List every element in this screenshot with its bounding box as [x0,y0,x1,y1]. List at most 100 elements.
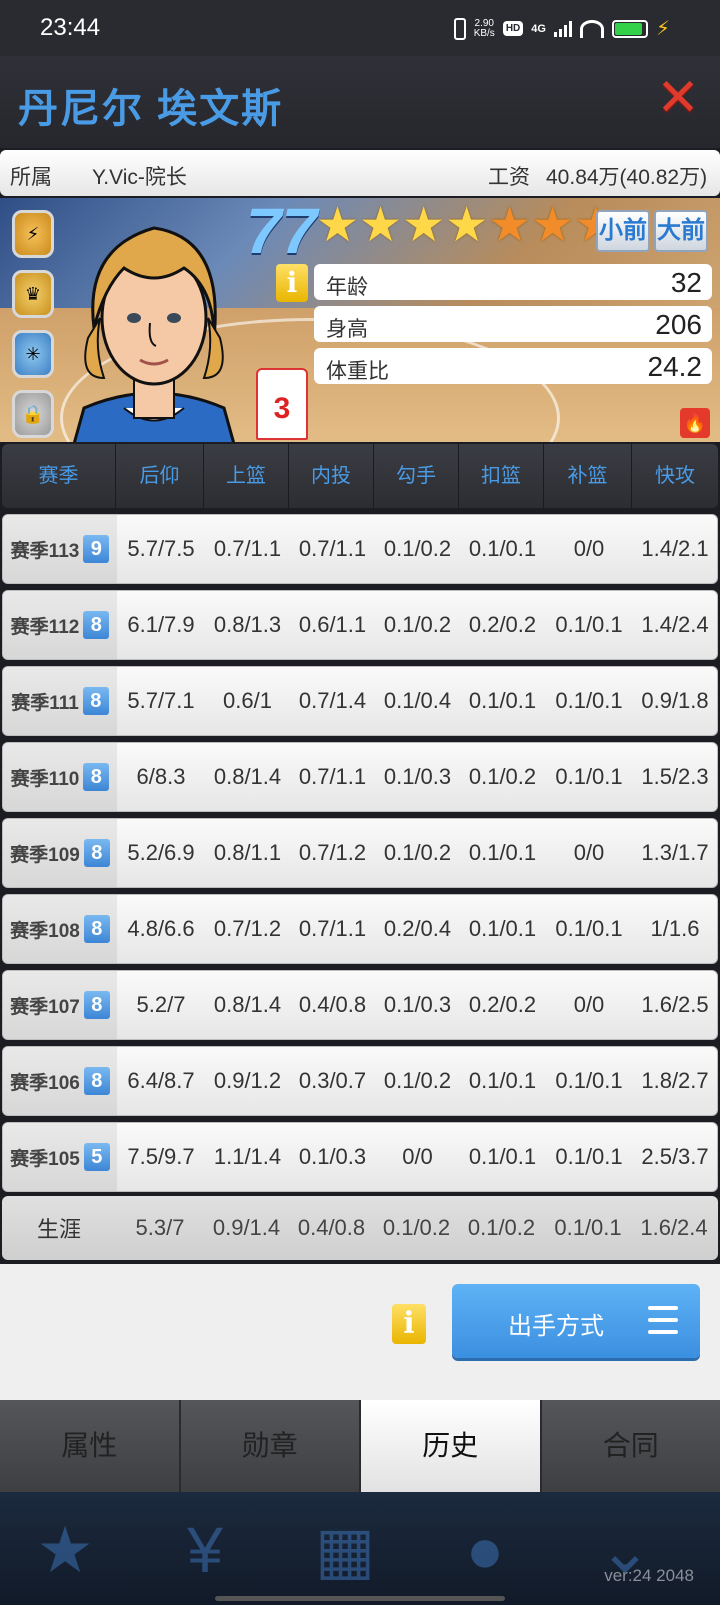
star-icon: ★ [316,199,360,252]
fire-icon[interactable]: 🔥 [680,408,710,438]
table-cell: 0.1/0.2 [468,764,537,789]
season-level-badge: 8 [83,1067,110,1095]
season-name: 赛季107 [10,996,80,1018]
jersey-icon: 3 [256,368,308,440]
column-header: 扣篮 [459,444,544,508]
table-row: 赛季111 8 5.7/7.1 0.6/1 0.7/1.4 0.1/0.4 0.1… [2,666,718,736]
table-cell: 0.4/0.8 [297,1215,366,1240]
table-cell: 0.1/0.3 [383,992,452,1017]
hd-icon: HD [502,21,524,36]
tab-contract[interactable]: 合同 [541,1400,720,1492]
season-level-badge: 8 [83,611,110,639]
stat-value: 24.2 [647,351,703,382]
table-cell: 6.4/8.7 [127,1068,195,1093]
column-header: 补篮 [544,444,632,508]
table-cell: 0.7/1.1 [298,916,367,941]
table-cell: 0/0 [573,536,605,561]
shot-style-button[interactable]: 出手方式 [452,1284,700,1358]
table-cell: 0.9/1.8 [641,688,709,713]
vibrate-icon [453,17,466,40]
position-small-forward-button[interactable]: 小前 [596,210,650,252]
tab-history[interactable]: 历史 [361,1400,542,1492]
table-cell: 0.1/0.1 [468,688,537,713]
table-cell: 1.4/2.4 [641,612,709,637]
table-cell: 0.7/1.1 [213,536,282,561]
career-label: 生涯 [36,1217,81,1242]
history-table[interactable]: 赛季113 9 5.7/7.5 0.7/1.1 0.7/1.1 0.1/0.2 0… [2,514,718,1198]
team-label: 所属 [10,166,52,189]
table-cell: 0.1/0.2 [383,536,452,561]
stat-label: 体重比 [326,360,389,383]
stat-value: 206 [655,309,702,340]
table-cell: 0.1/0.1 [555,764,623,789]
wifi-icon [579,19,604,38]
court-nav-icon: ▦ [314,1514,376,1586]
tab-medals[interactable]: 勋章 [180,1400,361,1492]
season-name: 赛季112 [10,616,80,638]
season-name: 赛季105 [10,1148,80,1170]
table-cell: 0.1/0.1 [468,1144,537,1169]
menu-icon [648,1306,678,1334]
season-name: 赛季109 [10,844,80,866]
table-cell: 0.1/0.1 [555,916,623,941]
table-cell: 0.1/0.1 [555,688,623,713]
star-icon: ★ [488,199,532,252]
season-level-badge: 8 [83,839,110,867]
status-bar: 23:44 2.90 KB/s HD 4G ⚡ [0,0,720,56]
table-cell: 0/0 [402,1144,433,1169]
star-icon: ★ [445,199,489,252]
table-cell: 0.1/0.2 [382,1215,451,1240]
table-header: 赛季 后仰 上篮 内投 勾手 扣篮 补篮 快攻 [2,444,718,508]
player-name: 丹尼尔 埃文斯 [18,87,284,131]
table-cell: 6/8.3 [136,764,186,789]
table-cell: 0.7/1.2 [213,916,282,941]
lock-badge-icon[interactable]: 🔒 [12,390,54,438]
column-header: 赛季 [2,444,116,508]
stat-row-age: 年龄 32 [314,264,712,300]
info-icon[interactable]: i [276,264,308,302]
crown-badge-icon[interactable]: ♛ [12,270,54,318]
position-power-forward-button[interactable]: 大前 [654,210,708,252]
table-cell: 0.1/0.1 [555,1068,623,1093]
charging-icon: ⚡ [655,18,670,40]
table-cell: 1.6/2.4 [640,1215,708,1240]
web-badge-icon[interactable]: ✳ [12,330,54,378]
table-row: 赛季105 5 7.5/9.7 1.1/1.4 0.1/0.3 0/0 0.1/0… [2,1122,718,1192]
table-cell: 1/1.6 [650,916,700,941]
close-button[interactable]: ✕ [656,72,700,124]
star-rating: ★ ★ ★ ★ ★ ★ ★ [316,202,617,250]
star-icon: ★ [531,199,575,252]
table-cell: 1.8/2.7 [641,1068,709,1093]
table-row: 赛季112 8 6.1/7.9 0.8/1.3 0.6/1.1 0.1/0.2 0… [2,590,718,660]
season-name: 赛季106 [10,1072,80,1094]
table-cell: 0.6/1.1 [298,612,367,637]
table-cell: 0.1/0.3 [383,764,452,789]
table-cell: 0.8/1.4 [213,992,282,1017]
table-cell: 0.1/0.2 [383,1068,452,1093]
table-cell: 1.4/2.1 [641,536,709,561]
home-indicator[interactable] [215,1596,505,1601]
lightning-badge-icon[interactable]: ⚡ [12,210,54,258]
status-icons: 2.90 KB/s HD 4G ⚡ [453,16,670,41]
network-type: 4G [531,22,546,35]
table-cell: 0.6/1 [223,688,272,713]
table-cell: 0.2/0.2 [468,992,537,1017]
tab-attributes[interactable]: 属性 [0,1400,181,1492]
table-cell: 0.8/1.1 [213,840,282,865]
player-header: 丹尼尔 埃文斯 ✕ [0,56,720,148]
star-nav-icon: ★ [36,1514,94,1586]
salary-label: 工资 [488,166,530,189]
jersey-number: 3 [273,392,291,425]
stat-value: 32 [670,267,702,298]
table-cell: 0.9/1.4 [212,1215,281,1240]
info-icon[interactable]: i [392,1304,426,1344]
column-header: 快攻 [655,465,695,487]
net-speed-unit: KB/s [473,27,495,39]
table-cell: 5.2/7 [136,992,186,1017]
table-row: 赛季109 8 5.2/6.9 0.8/1.1 0.7/1.2 0.1/0.2 0… [2,818,718,888]
shot-style-label: 出手方式 [508,1313,604,1340]
season-name: 赛季113 [10,540,80,562]
status-time: 23:44 [40,14,101,41]
table-cell: 0.7/1.1 [298,536,367,561]
season-level-badge: 8 [83,763,110,791]
